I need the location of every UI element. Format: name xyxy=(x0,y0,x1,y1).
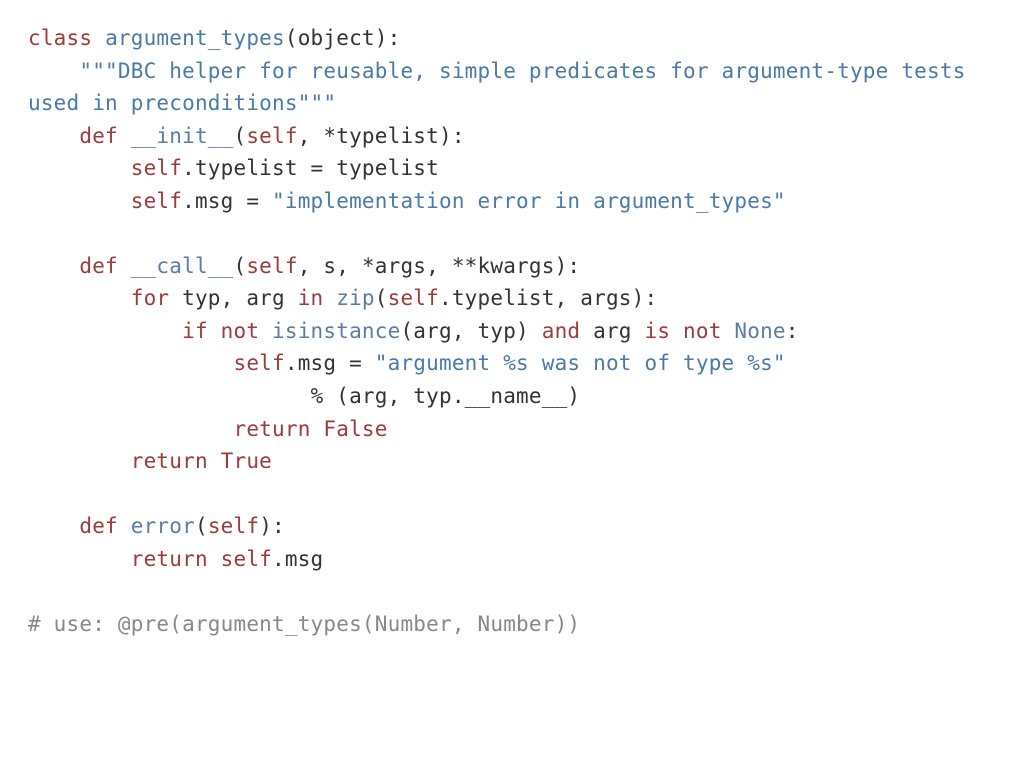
indent xyxy=(28,514,79,538)
self-param: self xyxy=(246,254,297,278)
indent xyxy=(28,59,79,83)
keyword-def: def xyxy=(79,124,130,148)
space xyxy=(311,417,324,441)
code-line: def __init__(self, *typelist): xyxy=(28,124,465,148)
self-param: self xyxy=(246,124,297,148)
builtin-false: False xyxy=(323,417,387,441)
format-args: % (arg, typ.__name__) xyxy=(311,384,581,408)
dunder-init: __init__ xyxy=(131,124,234,148)
indent xyxy=(28,124,79,148)
assign: .msg = xyxy=(182,189,272,213)
space xyxy=(323,286,336,310)
loop-vars: typ, arg xyxy=(169,286,297,310)
keyword-class: class xyxy=(28,26,105,50)
docstring: """DBC helper for reusable, simple predi… xyxy=(79,59,721,83)
code-line: self.msg = "argument %s was not of type … xyxy=(28,351,786,375)
self-ref: self xyxy=(221,547,272,571)
space xyxy=(722,319,735,343)
code-line: return True xyxy=(28,449,272,473)
indent xyxy=(28,319,182,343)
comment: # use: @pre(argument_types(Number, Numbe… xyxy=(28,612,580,636)
keyword-for: for xyxy=(131,286,170,310)
code-line: """DBC helper for reusable, simple predi… xyxy=(28,59,978,116)
attr: .msg xyxy=(272,547,323,571)
paren-open: ( xyxy=(234,254,247,278)
indent xyxy=(28,547,131,571)
builtin-none: None xyxy=(734,319,785,343)
keyword-return: return xyxy=(234,417,311,441)
code-line: self.msg = "implementation error in argu… xyxy=(28,189,786,213)
zip-args: .typelist, args): xyxy=(439,286,657,310)
keyword-not: not xyxy=(221,319,260,343)
indent xyxy=(28,351,234,375)
keyword-def: def xyxy=(79,254,130,278)
base-class: object xyxy=(298,26,375,50)
paren-close: ): xyxy=(375,26,401,50)
class-name: argument_types xyxy=(105,26,285,50)
builtin-true: True xyxy=(221,449,272,473)
keyword-and: and xyxy=(542,319,581,343)
code-line: # use: @pre(argument_types(Number, Numbe… xyxy=(28,612,580,636)
indent xyxy=(28,254,79,278)
colon: : xyxy=(786,319,799,343)
self-param: self xyxy=(208,514,259,538)
paren-open: ( xyxy=(195,514,208,538)
builtin-isinstance: isinstance xyxy=(272,319,400,343)
indent xyxy=(28,189,131,213)
code-block: class argument_types(object): """DBC hel… xyxy=(0,0,1024,662)
paren-close: ): xyxy=(259,514,285,538)
string-literal: "implementation error in argument_types" xyxy=(272,189,786,213)
keyword-in: in xyxy=(298,286,324,310)
indent xyxy=(28,417,234,441)
keyword-def: def xyxy=(79,514,130,538)
code-line: def error(self): xyxy=(28,514,285,538)
self-ref: self xyxy=(388,286,439,310)
space xyxy=(208,319,221,343)
code-line: return False xyxy=(28,417,388,441)
code-line: class argument_types(object): xyxy=(28,26,400,50)
indent xyxy=(28,449,131,473)
keyword-is: is xyxy=(645,319,671,343)
code-line: if not isinstance(arg, typ) and arg is n… xyxy=(28,319,799,343)
assign: .msg = xyxy=(285,351,375,375)
keyword-if: if xyxy=(182,319,208,343)
params: , *typelist): xyxy=(298,124,465,148)
call-args: (arg, typ) xyxy=(400,319,541,343)
self-ref: self xyxy=(131,156,182,180)
self-ref: self xyxy=(131,189,182,213)
paren-open: ( xyxy=(234,124,247,148)
indent xyxy=(28,384,311,408)
params: , s, *args, **kwargs): xyxy=(298,254,581,278)
space xyxy=(259,319,272,343)
paren-open: ( xyxy=(375,286,388,310)
space xyxy=(670,319,683,343)
assign: .typelist = typelist xyxy=(182,156,439,180)
indent xyxy=(28,286,131,310)
space xyxy=(208,449,221,473)
code-line: return self.msg xyxy=(28,547,323,571)
keyword-return: return xyxy=(131,449,208,473)
method-error: error xyxy=(131,514,195,538)
indent xyxy=(28,156,131,180)
string-literal: "argument %s was not of type %s" xyxy=(375,351,786,375)
space xyxy=(208,547,221,571)
builtin-zip: zip xyxy=(336,286,375,310)
code-line: for typ, arg in zip(self.typelist, args)… xyxy=(28,286,657,310)
self-ref: self xyxy=(234,351,285,375)
paren-open: ( xyxy=(285,26,298,50)
dunder-call: __call__ xyxy=(131,254,234,278)
expr: arg xyxy=(580,319,644,343)
keyword-not: not xyxy=(683,319,722,343)
code-line: self.typelist = typelist xyxy=(28,156,439,180)
code-line: % (arg, typ.__name__) xyxy=(28,384,580,408)
code-line: def __call__(self, s, *args, **kwargs): xyxy=(28,254,580,278)
keyword-return: return xyxy=(131,547,208,571)
